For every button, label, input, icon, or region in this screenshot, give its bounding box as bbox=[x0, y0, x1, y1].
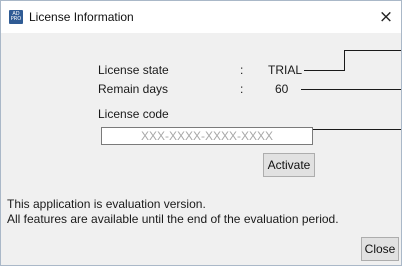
license-code-label: License code bbox=[98, 107, 169, 121]
license-state-leader-vertical bbox=[344, 50, 345, 71]
remain-days-label: Remain days bbox=[98, 82, 169, 96]
evaluation-notice-line1: This application is evaluation version. bbox=[7, 197, 206, 211]
evaluation-notice-line2: All features are available until the end… bbox=[7, 212, 339, 226]
remain-days-leader-line bbox=[301, 89, 401, 90]
license-state-label: License state bbox=[98, 63, 169, 77]
app-icon-text: AD PRO bbox=[10, 11, 22, 22]
title-bar: AD PRO License Information × bbox=[1, 1, 401, 33]
license-state-leader-line bbox=[304, 70, 345, 71]
license-code-leader-line bbox=[313, 129, 401, 130]
remain-days-value: 60 bbox=[275, 82, 289, 96]
license-state-value: TRIAL bbox=[268, 63, 303, 77]
app-icon: AD PRO bbox=[9, 10, 23, 24]
close-window-icon[interactable]: × bbox=[371, 1, 401, 33]
window-title: License Information bbox=[29, 10, 134, 24]
license-state-separator: : bbox=[240, 63, 244, 77]
license-code-input[interactable] bbox=[101, 127, 313, 145]
license-state-leader-top bbox=[344, 50, 401, 51]
license-dialog: AD PRO License Information × License sta… bbox=[0, 0, 402, 266]
close-button[interactable]: Close bbox=[361, 237, 399, 261]
activate-button[interactable]: Activate bbox=[263, 153, 315, 177]
remain-days-separator: : bbox=[240, 82, 244, 96]
